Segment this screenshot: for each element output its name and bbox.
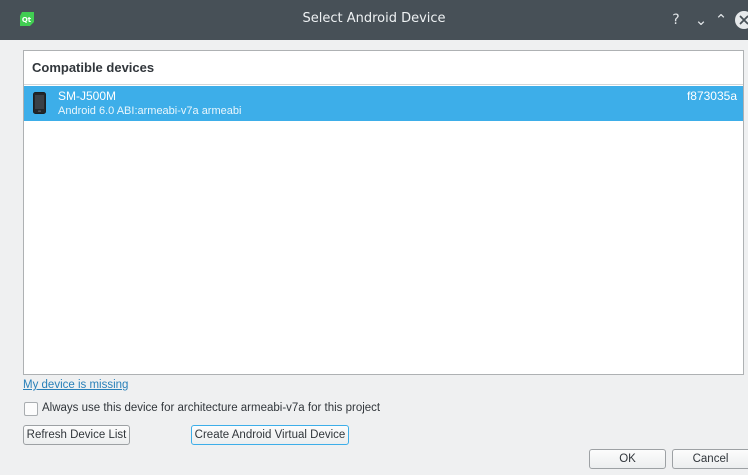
cancel-button[interactable]: Cancel [672,449,748,469]
device-missing-link[interactable]: My device is missing [23,379,128,391]
help-button[interactable]: ? [669,10,683,30]
always-use-label: Always use this device for architecture … [42,402,381,414]
title-bar[interactable]: Qt Select Android Device ? ⌄ ⌃ [0,0,748,40]
device-list-panel: Compatible devices SM-J500M Android 6.0 … [23,50,744,375]
close-icon [739,15,748,25]
close-button[interactable] [735,11,748,29]
device-info: Android 6.0 ABI:armeabi-v7a armeabi [58,105,242,117]
section-title: Compatible devices [32,60,155,75]
phone-icon [33,92,46,114]
maximize-button[interactable]: ⌃ [713,10,729,30]
device-name: SM-J500M [58,89,117,103]
create-avd-button[interactable]: Create Android Virtual Device [191,425,349,445]
always-use-checkbox[interactable] [24,402,38,416]
refresh-device-list-button[interactable]: Refresh Device List [23,425,130,445]
device-row[interactable]: SM-J500M Android 6.0 ABI:armeabi-v7a arm… [24,86,743,121]
ok-button[interactable]: OK [589,449,666,469]
header-divider [24,84,743,85]
device-serial: f873035a [686,89,737,103]
minimize-button[interactable]: ⌄ [693,10,709,30]
window-title: Select Android Device [302,11,446,26]
